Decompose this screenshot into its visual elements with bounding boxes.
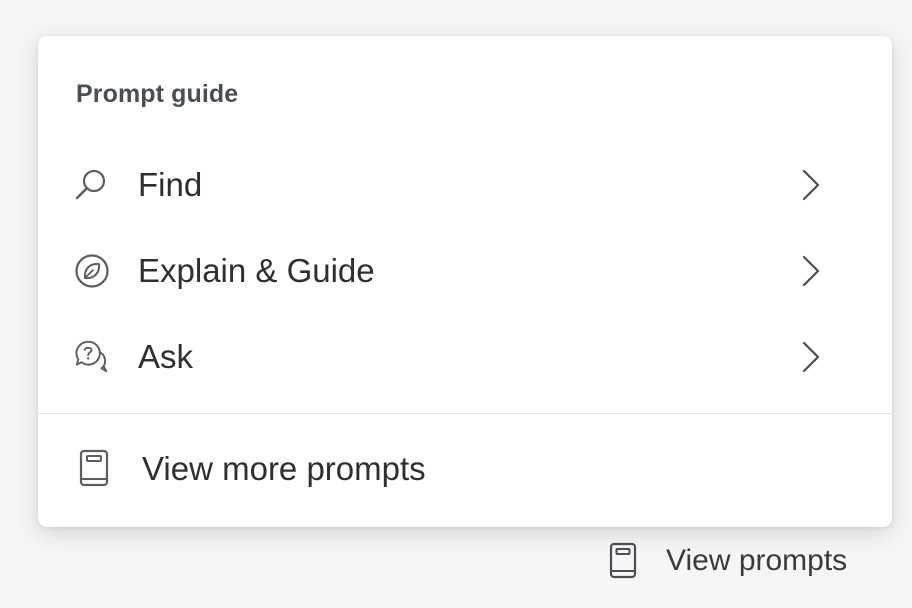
page: Prompt guide Find Explain & Guide Ask Vi… [0, 0, 912, 608]
view-more-prompts-button[interactable]: View more prompts [38, 426, 892, 512]
menu-item-find-label: Find [138, 166, 203, 203]
book-icon [608, 541, 638, 581]
question-chat-icon [74, 339, 110, 375]
menu-item-ask[interactable]: Ask [38, 314, 892, 400]
prompt-guide-popup: Prompt guide Find Explain & Guide Ask Vi… [38, 36, 892, 527]
prompt-guide-title: Prompt guide [76, 80, 239, 108]
menu-item-ask-label: Ask [138, 338, 194, 375]
menu-item-explain-guide-label: Explain & Guide [138, 252, 375, 289]
chevron-right-icon [800, 253, 822, 289]
chevron-right-icon [800, 167, 822, 203]
book-icon [78, 449, 110, 489]
view-prompts-button[interactable]: View prompts [608, 538, 878, 584]
divider [38, 413, 892, 414]
search-icon [74, 167, 110, 203]
view-more-prompts-label: View more prompts [142, 450, 426, 487]
menu-item-explain-guide[interactable]: Explain & Guide [38, 228, 892, 314]
menu-item-find[interactable]: Find [38, 142, 892, 228]
leaf-circle-icon [74, 253, 110, 289]
view-prompts-label: View prompts [666, 544, 848, 577]
chevron-right-icon [800, 339, 822, 375]
